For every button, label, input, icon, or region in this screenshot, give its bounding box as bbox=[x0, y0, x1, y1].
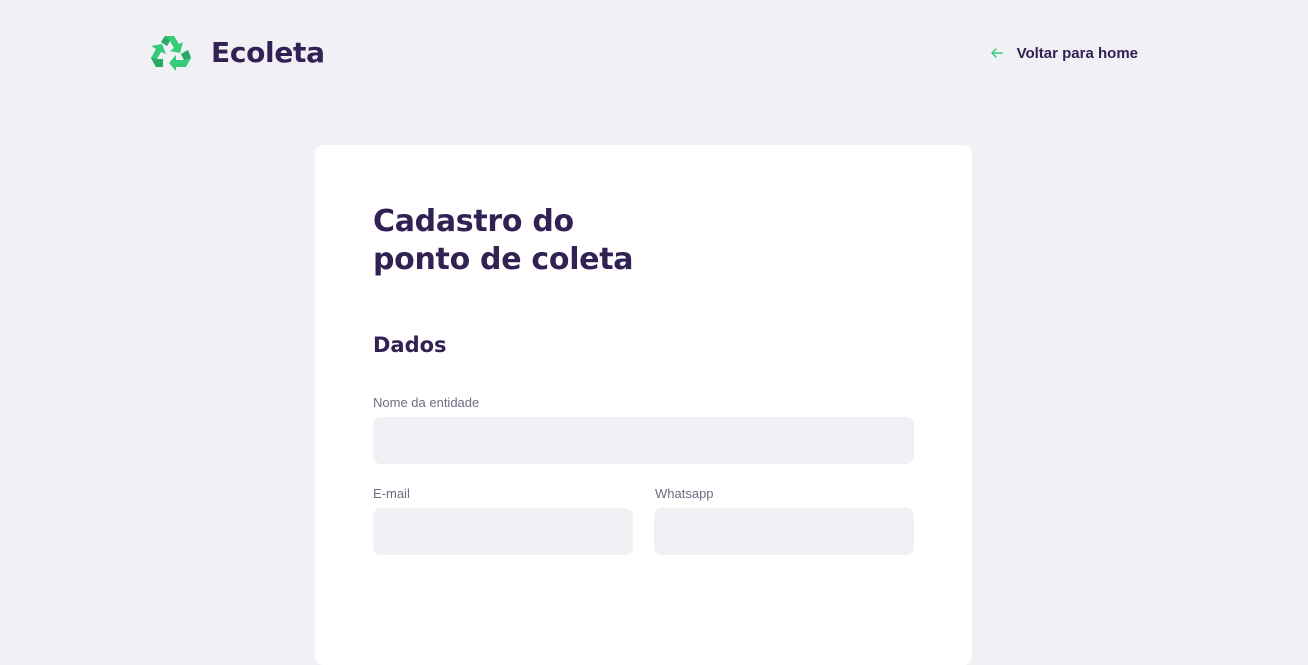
register-form-card: Cadastro do ponto de coleta Dados Nome d… bbox=[315, 145, 972, 665]
section-title-dados: Dados bbox=[373, 333, 447, 357]
whatsapp-input[interactable] bbox=[654, 508, 914, 555]
page-title-line-2: ponto de coleta bbox=[373, 242, 634, 277]
logo: Ecoleta bbox=[148, 30, 325, 76]
page-title-line-1: Cadastro do bbox=[373, 204, 574, 239]
app-name: Ecoleta bbox=[211, 36, 325, 69]
header: Ecoleta Voltar para home bbox=[148, 30, 1140, 76]
email-field-label: E-mail bbox=[373, 486, 410, 501]
email-input[interactable] bbox=[373, 508, 633, 555]
back-to-home-link[interactable]: Voltar para home bbox=[989, 30, 1138, 76]
entity-name-input[interactable] bbox=[373, 417, 914, 464]
whatsapp-field-label: Whatsapp bbox=[655, 486, 714, 501]
page-title: Cadastro do ponto de coleta bbox=[373, 203, 693, 279]
back-link-label: Voltar para home bbox=[1016, 44, 1138, 62]
name-field-label: Nome da entidade bbox=[373, 395, 480, 410]
recycle-icon bbox=[151, 36, 191, 71]
arrow-left-icon bbox=[990, 48, 1003, 58]
